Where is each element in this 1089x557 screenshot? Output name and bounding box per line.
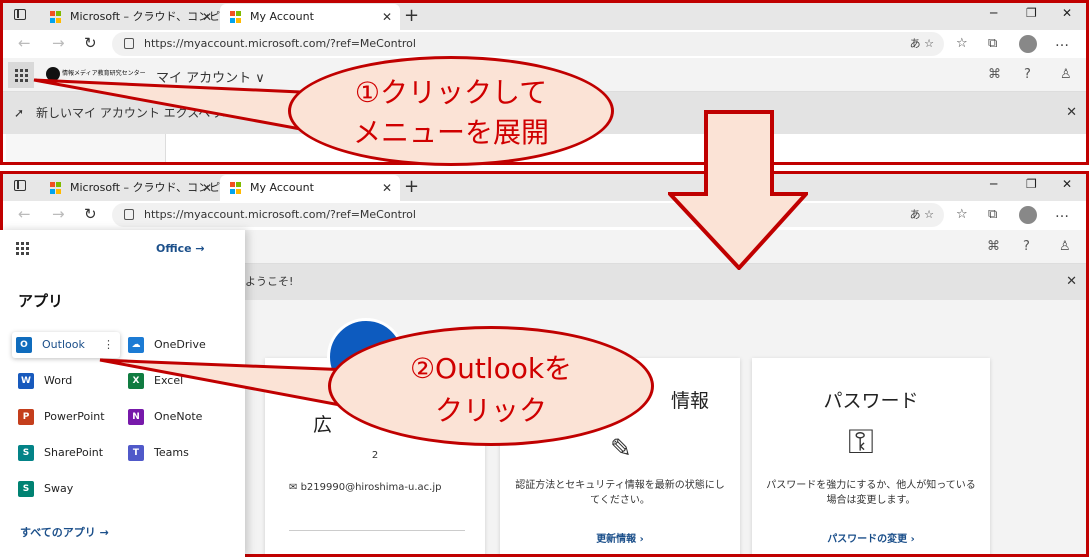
down-arrow-icon bbox=[668, 110, 808, 270]
callout-bubble-1: ①クリックして メニューを展開 bbox=[288, 56, 614, 166]
callout-2-line-1: ②Outlookを bbox=[409, 352, 573, 385]
callout-tail-2 bbox=[99, 358, 358, 410]
callout-bubble-2: ②Outlookを クリック bbox=[328, 326, 654, 446]
callout-1-line-1: ①クリックして bbox=[354, 76, 548, 109]
callout-1-line-2: メニューを展開 bbox=[352, 116, 549, 149]
callout-tail-1 bbox=[33, 78, 308, 132]
callout-2-line-2: クリック bbox=[434, 394, 547, 427]
